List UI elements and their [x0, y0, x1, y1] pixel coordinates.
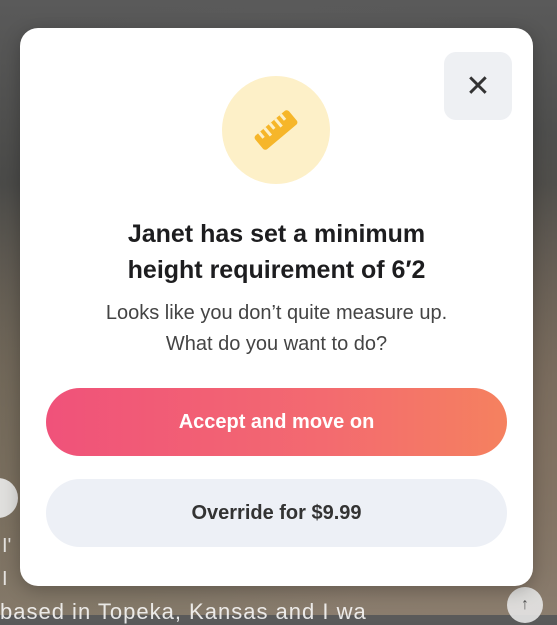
background-profile-text: based in Topeka, Kansas and I wa	[0, 599, 367, 624]
dialog-message: Looks like you don’t quite measure up. W…	[20, 298, 533, 360]
dialog-message-line: Looks like you don’t quite measure up.	[105, 302, 448, 324]
dialog-message-line: What do you want to do?	[165, 333, 388, 355]
height-requirement-dialog: ✕ Janet has set a minimum height require…	[20, 28, 533, 586]
background-text-fragment: I'	[2, 535, 12, 557]
background-text-fragment: I	[2, 568, 8, 590]
dialog-title-line: Janet has set a minimum	[127, 220, 426, 248]
accept-and-move-on-button[interactable]: Accept and move on	[46, 388, 507, 456]
close-icon: ✕	[465, 69, 491, 103]
ruler-icon	[254, 110, 298, 150]
dialog-title: Janet has set a minimum height requireme…	[20, 216, 533, 288]
override-button[interactable]: Override for $9.99	[46, 479, 507, 547]
dialog-title-line: height requirement of 6′2	[127, 256, 426, 284]
ruler-icon-badge	[222, 76, 330, 184]
arrow-up-icon[interactable]: ↑	[507, 587, 543, 623]
close-button[interactable]: ✕	[444, 52, 512, 120]
